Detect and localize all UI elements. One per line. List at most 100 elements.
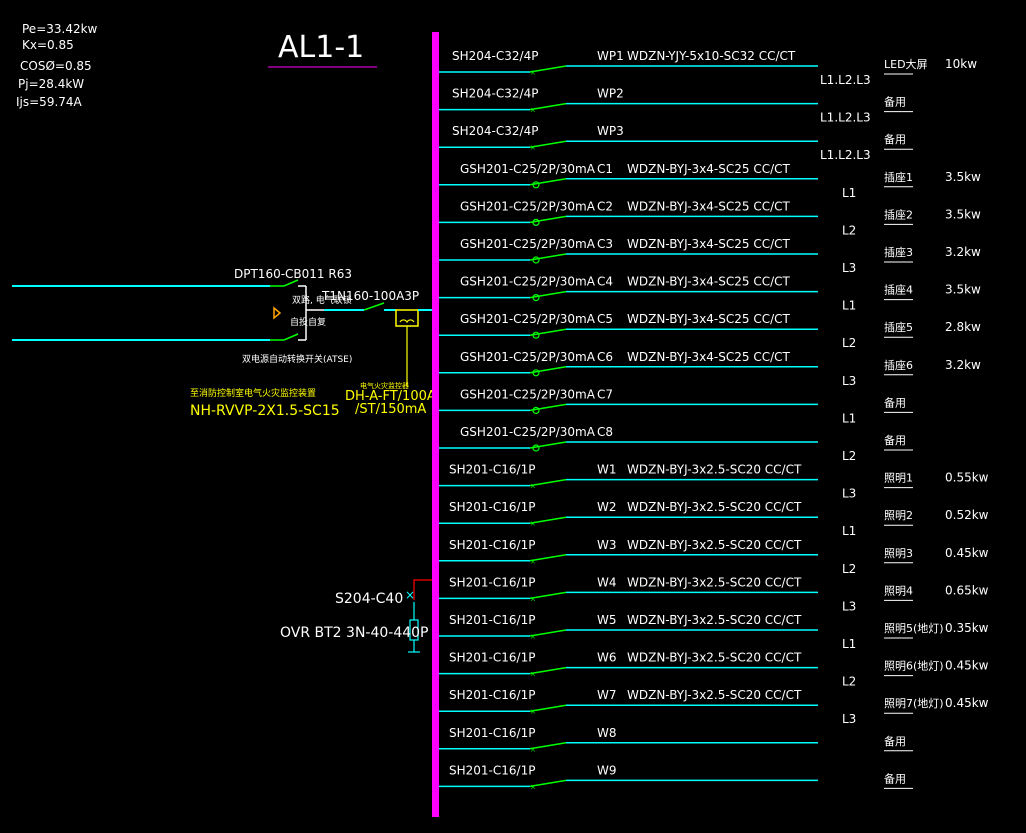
- breaker-model: GSH201-C25/2P/30mA: [460, 237, 596, 251]
- cable-spec: WDZN-BYJ-3x2.5-SC20 CC/CT: [627, 651, 802, 665]
- phase-label: L1: [842, 524, 856, 538]
- circuit-id: C7: [597, 387, 613, 401]
- load-power: 2.8kw: [945, 320, 981, 334]
- load-name: 照明1: [884, 472, 913, 485]
- circuit-row: × SH201-C16/1P W1 WDZN-BYJ-3x2.5-SC20 CC/CT…: [439, 463, 989, 501]
- cable-spec: WDZN-BYJ-3x4-SC25 CC/CT: [627, 350, 791, 364]
- breaker-model: SH201-C16/1P: [449, 463, 535, 477]
- breaker-x-mark: ×: [530, 594, 536, 605]
- incoming-supply: DPT160-CB011 R63 双路, 电气联锁 自投自复 双电源自动转换开关…: [12, 267, 436, 419]
- phase-label: L1.L2.L3: [820, 73, 871, 87]
- main-breaker-symbol: [363, 302, 385, 311]
- cable-spec: WDZN-BYJ-3x2.5-SC20 CC/CT: [627, 538, 802, 552]
- circuit-id: W4: [597, 575, 617, 589]
- load-power: 0.65kw: [945, 583, 989, 597]
- load-name: 插座4: [884, 283, 913, 297]
- load-name: 插座3: [884, 245, 913, 259]
- phase-label: L3: [842, 487, 856, 501]
- breaker-model: GSH201-C25/2P/30mA: [460, 199, 596, 213]
- surge-protection: × S204-C40 OVR BT2 3N-40-440P: [280, 579, 434, 653]
- phase-label: L3: [842, 261, 856, 275]
- load-power: 3.5kw: [945, 207, 981, 221]
- fire-alarm-note: 至消防控制室电气火灾监控装置: [190, 387, 316, 399]
- circuit-id: WP1: [597, 49, 624, 63]
- breaker-model: SH201-C16/1P: [449, 688, 535, 702]
- circuit-row: GSH201-C25/2P/30mA C8 L2 备用: [439, 425, 913, 463]
- phase-label: L1: [842, 299, 856, 313]
- load-power: 0.52kw: [945, 508, 989, 522]
- breaker-model: GSH201-C25/2P/30mA: [460, 350, 596, 364]
- load-power: 0.55kw: [945, 471, 989, 485]
- circuit-row: GSH201-C25/2P/30mA C4 WDZN-BYJ-3x4-SC25 CC…: [439, 275, 981, 313]
- breaker-model: GSH201-C25/2P/30mA: [460, 425, 596, 439]
- summary-line: Ijs=59.74A: [16, 95, 83, 109]
- load-name: 插座5: [884, 320, 913, 334]
- circuit-row: × SH201-C16/1P W6 WDZN-BYJ-3x2.5-SC20 CC/CT…: [439, 651, 989, 689]
- cable-spec: WDZN-BYJ-3x2.5-SC20 CC/CT: [627, 613, 802, 627]
- breaker-model: SH204-C32/4P: [452, 49, 538, 63]
- breaker-model: GSH201-C25/2P/30mA: [460, 162, 596, 176]
- phase-label: L2: [842, 336, 856, 350]
- load-name: 照明2: [884, 509, 913, 522]
- breaker-model: SH201-C16/1P: [449, 538, 535, 552]
- distribution-board-diagram: Pe=33.42kw Kx=0.85 COSØ=0.85 Pj=28.4kW I…: [12, 22, 989, 817]
- load-name: 插座1: [884, 170, 913, 184]
- phase-label: L3: [842, 712, 856, 726]
- circuit-row: GSH201-C25/2P/30mA C1 WDZN-BYJ-3x4-SC25 CC…: [439, 162, 981, 200]
- load-power: 0.45kw: [945, 546, 989, 560]
- load-power: 3.2kw: [945, 245, 981, 259]
- circuit-id: W1: [597, 463, 617, 477]
- main-busbar: [432, 32, 439, 817]
- breaker-model: SH201-C16/1P: [449, 575, 535, 589]
- load-name: 备用: [884, 734, 906, 748]
- circuit-row: GSH201-C25/2P/30mA C7 L1 备用: [439, 387, 913, 425]
- cable-spec: WDZN-YJY-5x10-SC32 CC/CT: [627, 49, 796, 63]
- surge-wire: [413, 579, 434, 600]
- circuit-id: W7: [597, 688, 617, 702]
- phase-label: L1.L2.L3: [820, 148, 871, 162]
- circuit-row: × SH204-C32/4P WP2 L1.L2.L3 备用: [439, 87, 913, 125]
- circuit-row: × SH201-C16/1P W7 WDZN-BYJ-3x2.5-SC20 CC/CT…: [439, 688, 989, 726]
- load-power: 3.2kw: [945, 358, 981, 372]
- breaker-x-mark: ×: [530, 482, 536, 493]
- breaker-x-mark: ×: [530, 632, 536, 643]
- load-name: 照明7(地灯): [884, 697, 944, 710]
- phase-label: L3: [842, 374, 856, 388]
- load-power: 3.5kw: [945, 170, 981, 184]
- load-name: 插座6: [884, 358, 913, 372]
- circuit-id: WP2: [597, 87, 624, 101]
- phase-label: L3: [842, 599, 856, 613]
- load-name: 照明3: [884, 547, 913, 560]
- load-name: 照明4: [884, 584, 913, 597]
- outgoing-circuits: × SH204-C32/4P WP1 WDZN-YJY-5x10-SC32 CC/CT…: [439, 49, 989, 793]
- circuit-row: × SH201-C16/1P W3 WDZN-BYJ-3x2.5-SC20 CC/CT…: [439, 538, 989, 576]
- breaker-x-mark: ×: [530, 782, 536, 793]
- cable-spec: WDZN-BYJ-3x4-SC25 CC/CT: [627, 275, 791, 289]
- circuit-row: × SH204-C32/4P WP3 L1.L2.L3 备用: [439, 124, 913, 162]
- summary-line: Pe=33.42kw: [22, 22, 98, 36]
- summary-line: Pj=28.4kW: [18, 77, 84, 91]
- panel-title: AL1-1: [278, 30, 364, 65]
- circuit-id: W5: [597, 613, 617, 627]
- breaker-model: SH201-C16/1P: [449, 500, 535, 514]
- breaker-model: GSH201-C25/2P/30mA: [460, 387, 596, 401]
- load-summary: Pe=33.42kw Kx=0.85 COSØ=0.85 Pj=28.4kW I…: [16, 22, 98, 109]
- circuit-id: W9: [597, 763, 617, 777]
- phase-label: L2: [842, 675, 856, 689]
- atse-model: DPT160-CB011 R63: [234, 267, 352, 281]
- breaker-model: GSH201-C25/2P/30mA: [460, 312, 596, 326]
- ct-monitor-symbol: [395, 309, 419, 327]
- main-breaker-model: T1N160-100A3P: [321, 289, 419, 303]
- cable-spec: WDZN-BYJ-3x4-SC25 CC/CT: [627, 162, 791, 176]
- breaker-x-mark: ×: [530, 143, 536, 154]
- surge-breaker-label: S204-C40: [335, 591, 403, 607]
- cable-spec: WDZN-BYJ-3x4-SC25 CC/CT: [627, 237, 791, 251]
- circuit-row: GSH201-C25/2P/30mA C5 WDZN-BYJ-3x4-SC25 CC…: [439, 312, 981, 350]
- load-power: 0.45kw: [945, 659, 989, 673]
- cable-spec: WDZN-BYJ-3x2.5-SC20 CC/CT: [627, 463, 802, 477]
- cable-spec: WDZN-BYJ-3x2.5-SC20 CC/CT: [627, 688, 802, 702]
- circuit-id: C2: [597, 199, 613, 213]
- breaker-x-mark: ×: [530, 707, 536, 718]
- circuit-id: W3: [597, 538, 617, 552]
- phase-label: L1: [842, 411, 856, 425]
